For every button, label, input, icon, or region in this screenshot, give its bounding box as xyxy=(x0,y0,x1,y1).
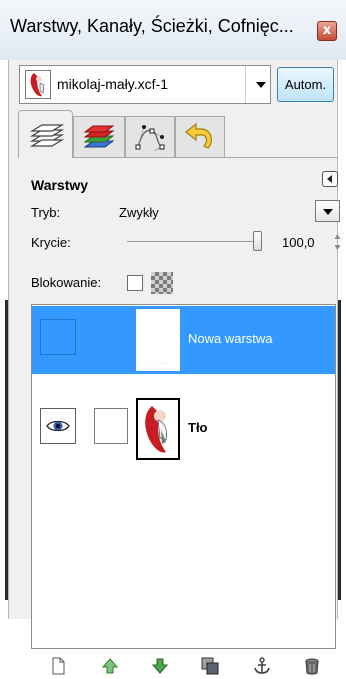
combo-separator xyxy=(245,66,246,103)
undo-icon xyxy=(185,122,212,149)
layer-toolbar xyxy=(31,649,336,679)
layers-icon xyxy=(29,123,64,147)
eye-icon xyxy=(46,420,70,432)
visibility-toggle[interactable] xyxy=(40,319,76,355)
tab-layers[interactable] xyxy=(18,110,73,158)
layer-chain-toggle[interactable] xyxy=(94,408,128,444)
tab-undo-history[interactable] xyxy=(175,116,225,158)
opacity-label: Krycie: xyxy=(31,235,71,250)
dock-window: Warstwy, Kanały, Ścieżki, Cofnięc... x m… xyxy=(0,0,346,675)
anchor-layer-icon[interactable] xyxy=(253,657,271,675)
mode-dropdown-button[interactable] xyxy=(315,200,340,222)
delete-layer-icon[interactable] xyxy=(303,657,321,675)
opacity-value[interactable]: 100,0 xyxy=(282,235,315,250)
tab-paths[interactable] xyxy=(125,116,175,158)
mode-label: Tryb: xyxy=(31,205,61,220)
tab-menu-button[interactable] xyxy=(322,171,338,187)
mode-value[interactable]: Zwykły xyxy=(119,205,159,220)
duplicate-layer-icon[interactable] xyxy=(201,657,219,675)
lower-layer-icon[interactable] xyxy=(151,657,169,675)
dock-tabs xyxy=(18,108,338,158)
window-left-edge xyxy=(0,60,8,619)
image-thumbnail xyxy=(25,70,51,99)
dock-panel: mikolaj-mały.xcf-1 Autom. Warstwy Tryb: … xyxy=(8,60,341,675)
opacity-slider-track[interactable] xyxy=(127,241,262,242)
lock-pixels-checkbox[interactable] xyxy=(127,275,143,291)
opacity-slider-handle[interactable] xyxy=(253,231,262,251)
layers-heading: Warstwy xyxy=(31,177,89,193)
new-layer-icon[interactable] xyxy=(49,657,67,675)
image-name: mikolaj-mały.xcf-1 xyxy=(57,76,168,92)
layer-thumbnail xyxy=(136,398,180,460)
opacity-spin-arrows[interactable] xyxy=(334,232,341,252)
layer-list[interactable]: Nowa warstwa Tło xyxy=(31,304,336,649)
lock-alpha-icon[interactable] xyxy=(151,272,173,294)
image-selector[interactable]: mikolaj-mały.xcf-1 xyxy=(19,65,271,104)
close-button[interactable]: x xyxy=(317,21,337,41)
title-bar[interactable]: Warstwy, Kanały, Ścieżki, Cofnięc... x xyxy=(0,0,346,61)
paths-icon xyxy=(135,124,165,151)
layer-row[interactable]: Nowa warstwa xyxy=(32,306,335,374)
autom-button[interactable]: Autom. xyxy=(277,67,334,102)
window-right-edge xyxy=(338,60,346,619)
close-icon: x xyxy=(322,23,332,38)
chevron-down-icon[interactable] xyxy=(251,73,271,95)
raise-layer-icon[interactable] xyxy=(101,657,119,675)
channels-icon xyxy=(83,125,115,147)
visibility-toggle[interactable] xyxy=(40,408,76,444)
tab-channels[interactable] xyxy=(73,116,125,158)
layer-name[interactable]: Tło xyxy=(188,420,208,435)
window-title: Warstwy, Kanały, Ścieżki, Cofnięc... xyxy=(10,16,294,36)
layer-name[interactable]: Nowa warstwa xyxy=(188,331,273,346)
layer-thumbnail xyxy=(136,309,180,371)
lock-label: Blokowanie: xyxy=(31,275,102,290)
layer-row[interactable]: Tło xyxy=(32,395,335,463)
